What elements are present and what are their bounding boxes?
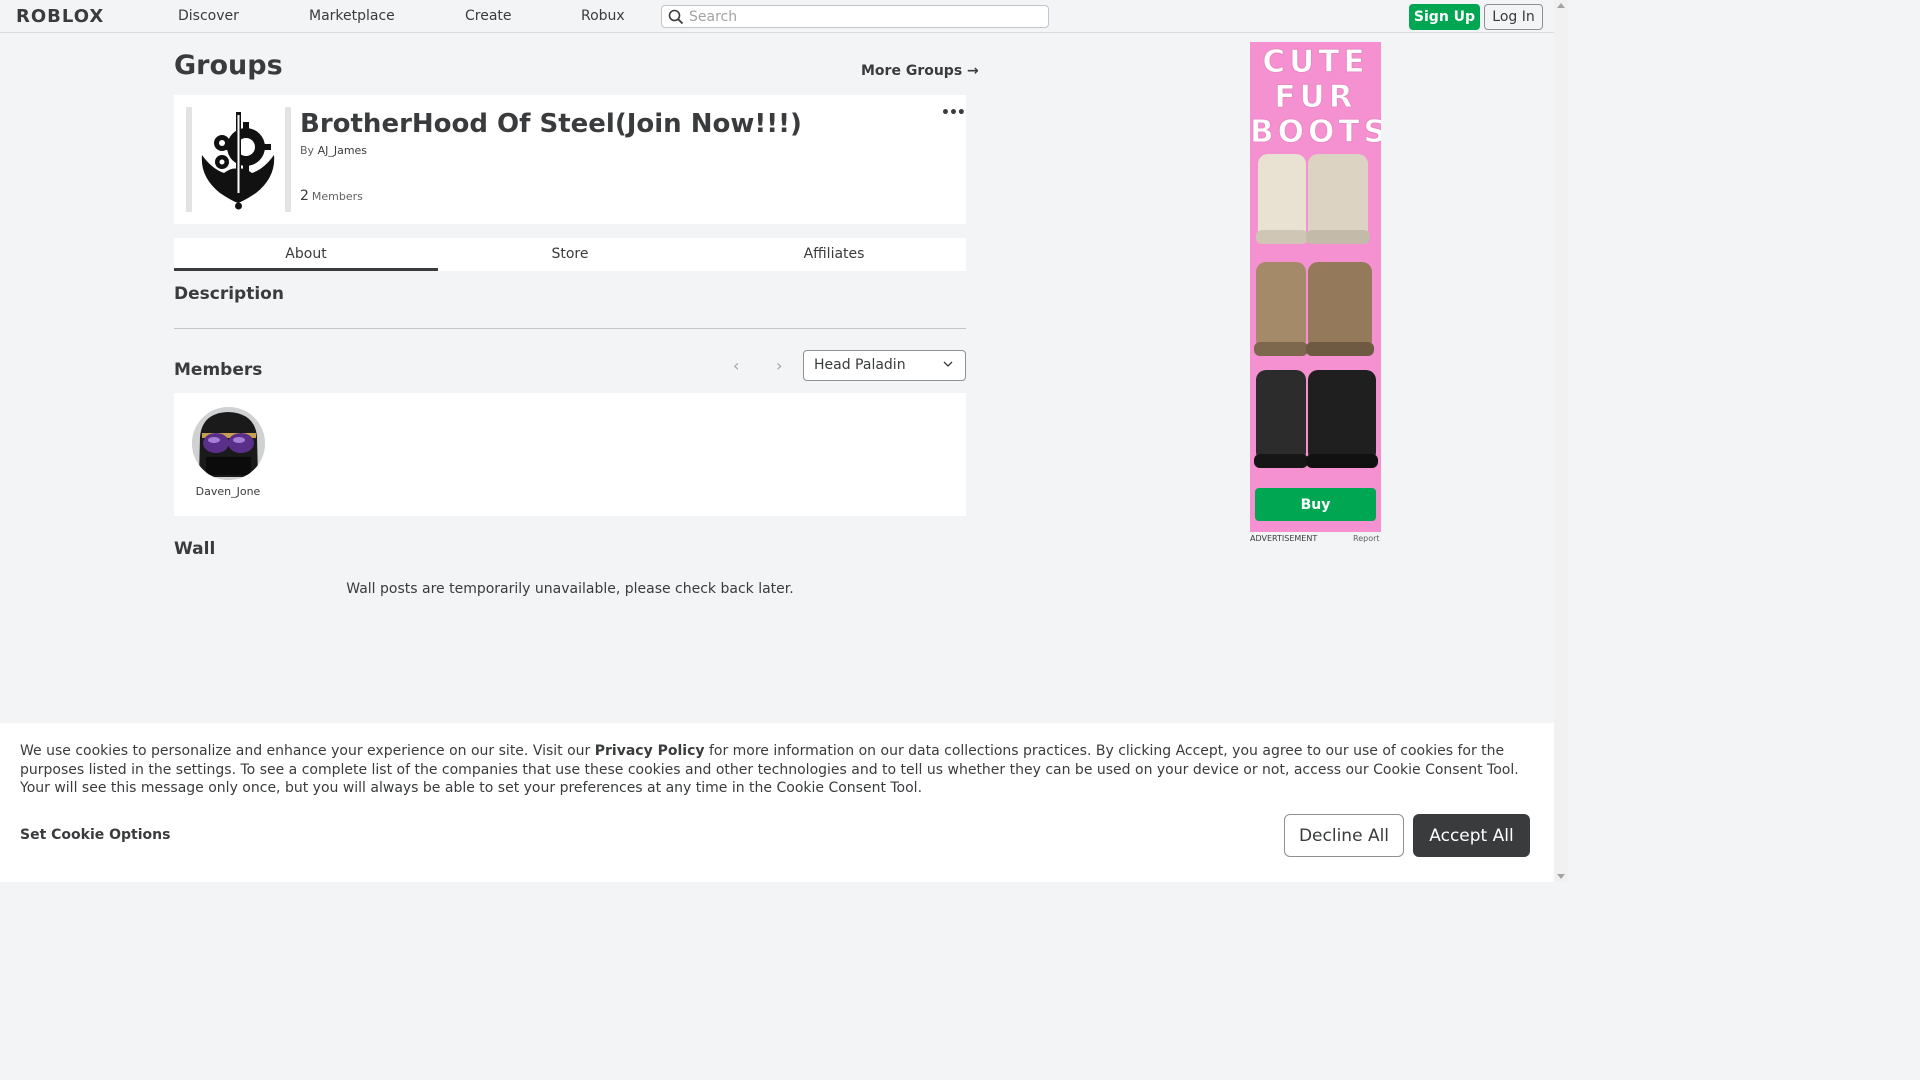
more-groups-link[interactable]: More Groups →	[861, 63, 979, 79]
group-tabs: About Store Affiliates	[174, 238, 966, 271]
top-navigation-bar: ROBLOX Discover Marketplace Create Robux…	[0, 0, 1554, 33]
member-avatar-image	[192, 407, 265, 480]
group-header-card: BrotherHood Of Steel(Join Now!!!) By AJ_…	[174, 95, 966, 224]
scroll-up-icon[interactable]	[1557, 3, 1565, 8]
member-name[interactable]: Daven_Jone	[188, 485, 268, 498]
members-heading: Members	[174, 360, 263, 380]
log-in-button[interactable]: Log In	[1484, 4, 1543, 30]
group-emblem-icon	[201, 112, 275, 210]
members-list: Daven_Jone	[174, 393, 966, 516]
ad-headline-line-2: FUR	[1274, 79, 1357, 116]
nav-marketplace[interactable]: Marketplace	[309, 8, 395, 24]
scroll-down-icon[interactable]	[1557, 874, 1565, 879]
sign-up-button[interactable]: Sign Up	[1409, 4, 1480, 30]
previous-page-icon[interactable]: ‹	[733, 356, 739, 375]
privacy-policy-link[interactable]: Privacy Policy	[595, 743, 705, 759]
description-heading: Description	[174, 284, 284, 304]
set-cookie-options-link[interactable]: Set Cookie Options	[20, 827, 170, 843]
search-input[interactable]	[689, 8, 1039, 26]
chevron-down-icon	[943, 361, 953, 367]
role-dropdown[interactable]: Head Paladin	[803, 350, 966, 381]
group-owner-line: By AJ_James	[300, 144, 367, 157]
wall-unavailable-message: Wall posts are temporarily unavailable, …	[346, 581, 794, 597]
group-name: BrotherHood Of Steel(Join Now!!!)	[300, 109, 802, 139]
member-count-label: Members	[311, 190, 363, 203]
advertisement-label: ADVERTISEMENT	[1250, 534, 1318, 543]
group-owner-link[interactable]: AJ_James	[318, 144, 367, 157]
description-divider	[174, 328, 966, 329]
member-count-value: 2	[300, 188, 309, 204]
group-emblem-frame	[186, 107, 291, 212]
tab-about[interactable]: About	[174, 238, 438, 271]
nav-discover[interactable]: Discover	[178, 8, 239, 24]
advertisement-banner[interactable]: CUTE FUR BOOTS Buy	[1250, 42, 1381, 532]
cookie-notice-text: We use cookies to personalize and enhanc…	[20, 742, 1540, 798]
tab-affiliates[interactable]: Affiliates	[702, 238, 966, 271]
search-icon	[668, 9, 684, 25]
cookie-text-start: We use cookies to personalize and enhanc…	[20, 743, 595, 759]
ad-report-link[interactable]: Report	[1353, 534, 1380, 543]
nav-create[interactable]: Create	[465, 8, 512, 24]
avatar[interactable]	[192, 407, 265, 480]
tab-store[interactable]: Store	[438, 238, 702, 271]
role-dropdown-value: Head Paladin	[814, 357, 906, 373]
ad-headline-line-1: CUTE	[1262, 44, 1369, 81]
accept-all-button[interactable]: Accept All	[1413, 814, 1530, 857]
roblox-logo[interactable]: ROBLOX	[16, 6, 104, 27]
ad-headline-line-3: BOOTS	[1250, 114, 1381, 151]
nav-robux[interactable]: Robux	[581, 8, 625, 24]
next-page-icon[interactable]: ›	[776, 356, 782, 375]
wall-heading: Wall	[174, 539, 216, 559]
ad-buy-button[interactable]: Buy	[1255, 488, 1376, 521]
more-options-icon[interactable]: •••	[941, 105, 966, 121]
cookie-consent-banner: We use cookies to personalize and enhanc…	[0, 723, 1554, 882]
decline-all-button[interactable]: Decline All	[1284, 814, 1404, 857]
page-scrollbar[interactable]	[1554, 0, 1568, 882]
search-box	[661, 5, 1049, 28]
by-label: By	[300, 144, 315, 157]
page-title: Groups	[174, 50, 283, 81]
group-member-count: 2 Members	[300, 188, 363, 204]
fur-boots-image	[1254, 154, 1378, 468]
